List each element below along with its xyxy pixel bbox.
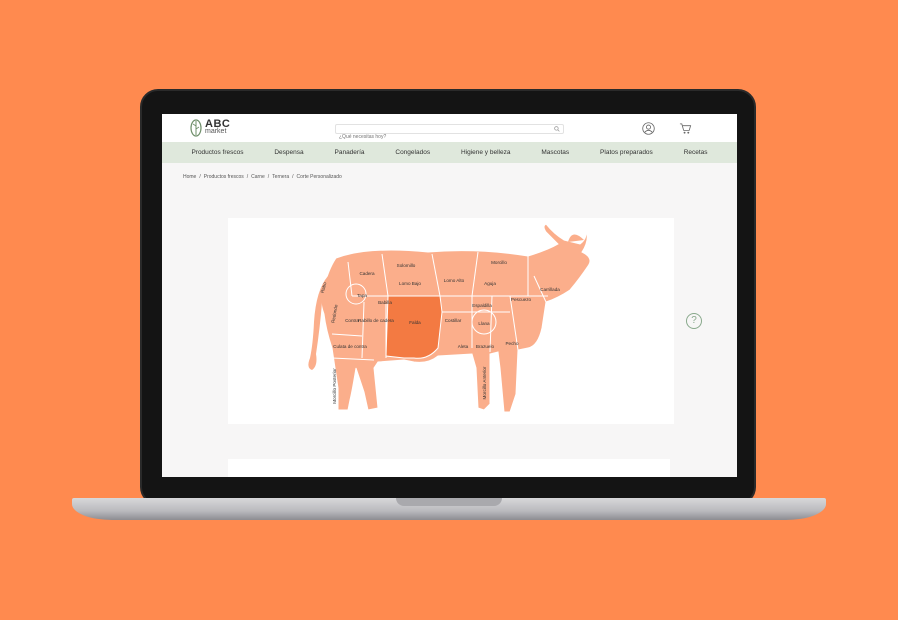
breadcrumb-ternera[interactable]: Ternera	[272, 174, 289, 180]
nav-mascotas[interactable]: Mascotas	[541, 149, 569, 156]
search-icon[interactable]	[554, 126, 560, 132]
user-icon[interactable]	[642, 122, 655, 135]
breadcrumb-sep: /	[199, 174, 201, 180]
help-button[interactable]: ?	[686, 313, 702, 329]
main-nav: Productos frescos Despensa Panadería Con…	[162, 142, 737, 163]
breadcrumb-carne[interactable]: Carne	[251, 174, 265, 180]
cut-label-brazuelo[interactable]: Brazuelo	[476, 344, 495, 349]
brand-sub: market	[205, 128, 227, 135]
beef-cuts-diagram: Rabo Cadera Solomillo Lomo Bajo Lomo Alt…	[308, 223, 591, 413]
cut-label-morcillo-posterior[interactable]: Morcillo Posterior	[332, 368, 337, 404]
cut-label-llana[interactable]: Llana	[478, 321, 490, 326]
cut-label-pecho[interactable]: Pecho	[505, 341, 518, 346]
breadcrumb-sep: /	[246, 174, 249, 180]
cut-label-aguja[interactable]: Aguja	[484, 281, 496, 286]
nav-congelados[interactable]: Congelados	[395, 149, 430, 156]
breadcrumb-productos-frescos[interactable]: Productos frescos	[204, 174, 244, 180]
cut-label-culata[interactable]: Culata de contra	[333, 344, 367, 349]
cut-label-carrillada[interactable]: Carrillada	[540, 287, 560, 292]
cart-icon[interactable]	[679, 122, 692, 135]
cut-label-tapa[interactable]: Tapa	[357, 293, 367, 298]
cow-horn	[568, 234, 584, 242]
cut-label-morcillo[interactable]: Morcillo	[491, 260, 507, 265]
brand-logo[interactable]: ABC market	[190, 119, 230, 137]
nav-despensa[interactable]: Despensa	[274, 149, 303, 156]
cut-selector-card: Rabo Cadera Solomillo Lomo Bajo Lomo Alt…	[228, 218, 674, 424]
nav-platos-preparados[interactable]: Platos preparados	[600, 149, 653, 156]
breadcrumb-sep: /	[292, 174, 294, 180]
search-input[interactable]	[336, 133, 546, 141]
cut-label-aleta[interactable]: Aleta	[458, 344, 469, 349]
cut-label-lomo-alto[interactable]: Lomo Alto	[444, 278, 465, 283]
cut-label-falda[interactable]: Falda	[409, 320, 421, 325]
cut-label-cadera[interactable]: Cadera	[359, 271, 375, 276]
cut-label-babilla[interactable]: Babilla	[378, 300, 392, 305]
cut-label-morcillo-anterior[interactable]: Morcillo Anterior	[482, 366, 487, 399]
cut-label-espaldilla[interactable]: Espaldilla	[472, 303, 492, 308]
cut-label-costillar[interactable]: Costillar	[445, 318, 462, 323]
search-box	[335, 124, 564, 141]
nav-recetas[interactable]: Recetas	[684, 149, 708, 156]
secondary-card	[228, 459, 670, 477]
breadcrumb-current: Corte Personalizado	[296, 174, 342, 180]
nav-productos-frescos[interactable]: Productos frescos	[191, 149, 243, 156]
cut-falda[interactable]	[385, 295, 443, 359]
browser-screen: ABC market Productos frescos Despensa Pa…	[162, 114, 737, 477]
leaf-logo-icon	[190, 119, 202, 137]
brand-name: ABC	[205, 118, 231, 130]
cut-label-pescuezo[interactable]: Pescuezo	[511, 297, 532, 302]
cut-label-lomo-bajo[interactable]: Lomo Bajo	[399, 281, 421, 286]
site-header: ABC market	[162, 114, 737, 142]
breadcrumb-home[interactable]: Home	[183, 174, 196, 180]
breadcrumb-sep: /	[267, 174, 270, 180]
breadcrumb: Home / Productos frescos / Carne / Ternera /…	[183, 174, 342, 180]
nav-panaderia[interactable]: Panadería	[335, 149, 365, 156]
laptop-notch	[396, 498, 502, 506]
nav-higiene-belleza[interactable]: Higiene y belleza	[461, 149, 511, 156]
cut-label-solomillo[interactable]: Solomillo	[397, 263, 416, 268]
cut-label-rabillo[interactable]: Rabillo de cadera	[358, 318, 394, 323]
